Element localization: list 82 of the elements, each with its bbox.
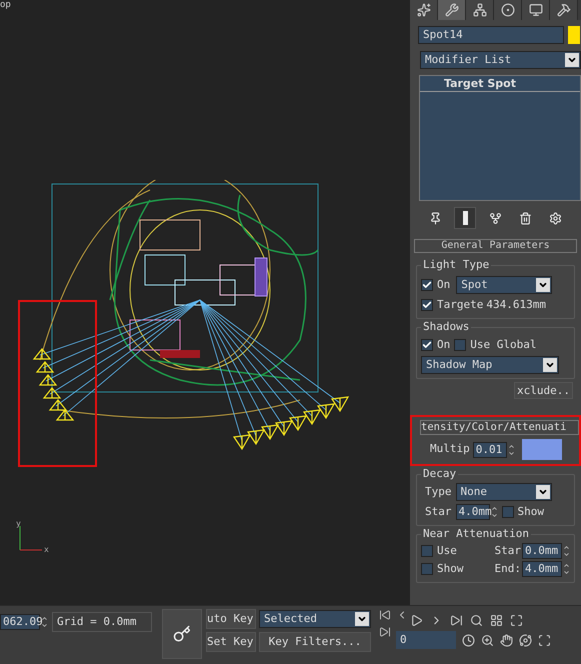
checkbox[interactable] [421, 563, 433, 576]
checkbox-label: On [437, 336, 450, 352]
rollout-header[interactable]: General Parameters [414, 239, 577, 253]
group-title: Near Attenuation [421, 526, 531, 540]
go-to-start-icon [379, 609, 391, 621]
checkbox[interactable] [421, 279, 433, 291]
play-icon [410, 614, 423, 627]
clock-icon [462, 634, 475, 646]
axis-gizmo-drawing: y x [16, 520, 52, 554]
decay-type-label: Type [425, 484, 452, 500]
fork-icon [488, 212, 502, 224]
checkbox[interactable] [502, 506, 514, 518]
motion-icon [500, 3, 514, 17]
spinner-field[interactable]: 4.0mm [456, 504, 490, 520]
key-icon [173, 625, 191, 643]
shadow-type-dropdown[interactable]: Shadow Map [421, 356, 559, 374]
object-name-field[interactable]: Spot14 [418, 26, 564, 44]
key-mode-dropdown[interactable]: Selected [259, 610, 371, 628]
stack-tool-button[interactable] [454, 207, 476, 229]
panel-tab[interactable] [550, 0, 578, 20]
exclude-button[interactable]: xclude.. [514, 382, 573, 399]
checkbox-label: On [437, 276, 450, 293]
panel-tab[interactable] [466, 0, 494, 20]
key-mode-button[interactable] [162, 609, 202, 659]
spinner-field[interactable]: 0.01 [472, 442, 507, 458]
monitor-icon [528, 3, 542, 17]
viewport-label: op [0, 0, 11, 10]
decay-type-dropdown[interactable]: None [456, 483, 552, 501]
search-icon [470, 614, 483, 627]
grid-readout: Grid = 0.0mm [52, 612, 152, 632]
rollout-header[interactable]: tensity/Color/Attenuati [420, 420, 579, 435]
group-title: Shadows [421, 320, 472, 334]
settings-icon [548, 212, 562, 224]
orbit-icon [519, 634, 532, 646]
checkbox[interactable] [421, 544, 433, 557]
checkbox-label: Use [437, 542, 457, 558]
checkbox-label: Use Global [470, 336, 536, 352]
current-frame-field[interactable]: 0 [396, 631, 456, 649]
decay-start-label: Star [425, 504, 452, 520]
maximize-icon [510, 614, 523, 627]
checkbox-label: Show [437, 561, 464, 577]
near-end-label: End: [494, 561, 521, 577]
key-filters-button[interactable]: Key Filters... [259, 632, 371, 652]
auto-key-button[interactable]: uto Key [206, 609, 256, 629]
light-type-dropdown[interactable]: Spot [456, 276, 552, 294]
light-color-swatch[interactable] [522, 439, 562, 460]
multiplier-label: Multip [430, 441, 470, 458]
hammer-icon [556, 3, 570, 17]
go-to-end-icon [450, 614, 463, 627]
object-color-swatch[interactable] [568, 26, 580, 44]
zoom-icon [481, 634, 494, 646]
panel-tab[interactable] [494, 0, 522, 20]
set-key-button[interactable]: Set Key [206, 632, 256, 652]
checkbox-label: Show [518, 504, 544, 520]
spinner-field[interactable]: 0.0mm [522, 542, 562, 559]
wrench-icon [444, 3, 458, 17]
bar-icon [462, 211, 468, 225]
viewport[interactable]: op y x [0, 0, 410, 605]
modifier-stack-list[interactable]: Target Spot [419, 75, 581, 201]
spinner-field[interactable]: 062.09 [0, 614, 40, 630]
target-distance: 434.613mm [486, 297, 546, 313]
pin-icon [428, 212, 442, 224]
create-icon [416, 3, 430, 17]
key-mode-toggle-icon [379, 626, 391, 638]
spinner-field[interactable]: 4.0mm [522, 561, 562, 578]
modifier-list-dropdown[interactable]: Modifier List [420, 51, 581, 69]
hand-icon [500, 634, 513, 646]
group-title: Decay [421, 467, 458, 481]
near-start-label: Star [494, 542, 521, 558]
checkbox[interactable] [421, 338, 433, 351]
checkbox-label: Targete [437, 297, 484, 313]
stack-item[interactable]: Target Spot [420, 76, 580, 92]
group-title: Light Type [421, 258, 492, 272]
checkbox[interactable] [454, 338, 466, 351]
panel-tab[interactable] [410, 0, 438, 20]
trash-icon [518, 212, 532, 224]
hierarchy-icon [472, 3, 486, 17]
frame-icon [538, 634, 551, 646]
checkbox[interactable] [421, 299, 433, 312]
panel-tab[interactable] [522, 0, 550, 20]
panel-tab[interactable] [438, 0, 466, 20]
grid-icon [490, 614, 503, 627]
